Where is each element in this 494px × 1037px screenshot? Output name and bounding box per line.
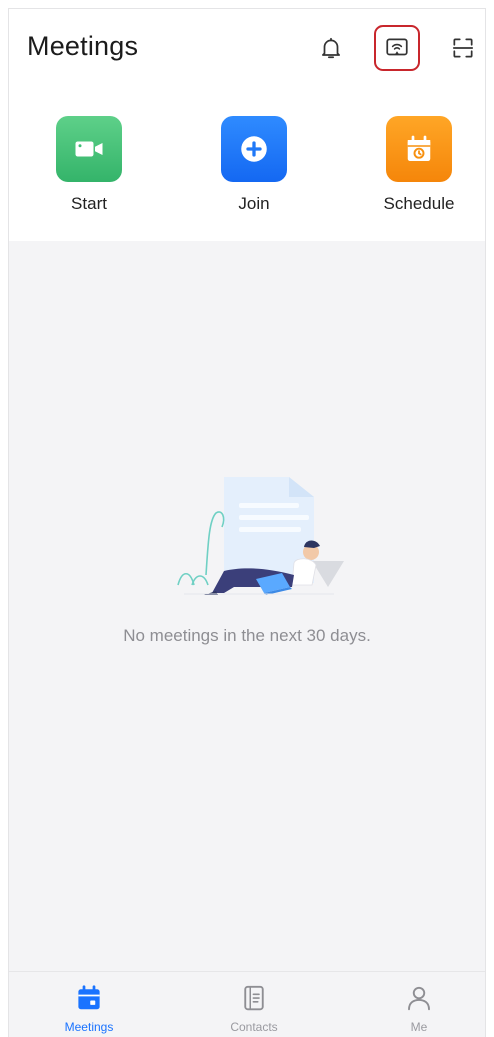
- app-frame: Meetings Start Join Schedule No meetings…: [8, 8, 486, 1037]
- calendar-icon: [407, 135, 431, 161]
- header-section: Meetings Start Join Schedule: [9, 9, 485, 241]
- schedule-label: Schedule: [383, 194, 455, 213]
- bottom-tab-bar: Meetings Contacts Me: [9, 971, 485, 1037]
- notifications-button[interactable]: [308, 25, 354, 71]
- screen-cast-icon: [386, 38, 408, 56]
- tab-meetings[interactable]: Meetings: [34, 972, 144, 1037]
- scan-icon: [452, 38, 474, 58]
- tab-me[interactable]: Me: [364, 972, 474, 1037]
- empty-state-illustration: [177, 477, 344, 595]
- tab-me-label: Me: [410, 1020, 428, 1034]
- calendar-tab-icon: [78, 985, 100, 1010]
- join-meeting-button[interactable]: Join: [199, 116, 309, 214]
- person-icon: [408, 986, 430, 1011]
- empty-state-message: No meetings in the next 30 days.: [123, 626, 371, 645]
- tab-meetings-label: Meetings: [64, 1020, 114, 1034]
- join-tile: [221, 116, 287, 182]
- start-tile: [56, 116, 122, 182]
- contacts-book-icon: [244, 985, 264, 1011]
- start-meeting-button[interactable]: Start: [34, 116, 144, 214]
- start-label: Start: [71, 194, 107, 213]
- screen-share-button[interactable]: [374, 25, 420, 71]
- scan-button[interactable]: [440, 25, 485, 71]
- tab-contacts-label: Contacts: [230, 1020, 278, 1034]
- video-camera-icon: [75, 141, 103, 157]
- tab-contacts[interactable]: Contacts: [199, 972, 309, 1037]
- page-title: Meetings: [27, 31, 139, 61]
- plus-circle-icon: [241, 136, 267, 162]
- schedule-tile: [386, 116, 452, 182]
- bell-icon: [322, 37, 340, 59]
- join-label: Join: [238, 194, 270, 213]
- schedule-meeting-button[interactable]: Schedule: [364, 116, 474, 214]
